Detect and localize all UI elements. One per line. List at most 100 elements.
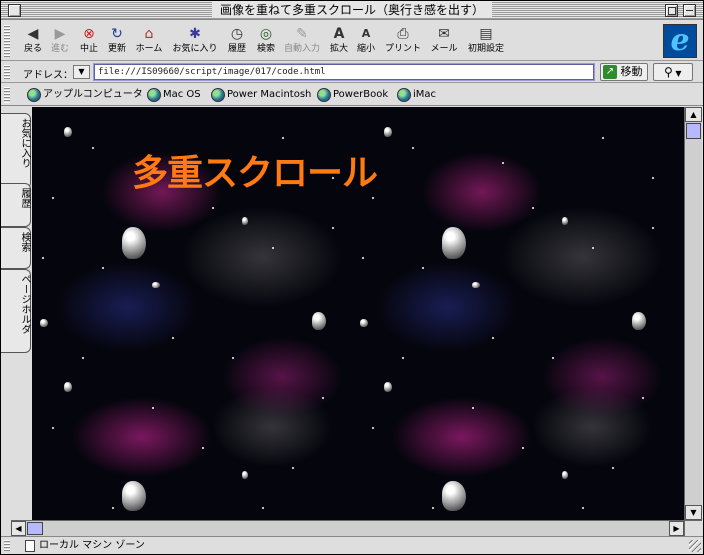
explorer-logo[interactable]: e <box>663 24 697 58</box>
star-dot <box>52 427 54 429</box>
tab-history[interactable]: 履歴 <box>1 183 31 227</box>
text-larger-icon: A <box>333 26 345 42</box>
search-engine-button[interactable]: ⚲ ▼ <box>653 63 693 81</box>
asteroid-image <box>562 471 568 479</box>
mail-button[interactable]: ✉ メール <box>429 25 459 57</box>
vertical-scroll-thumb[interactable] <box>686 123 701 139</box>
tab-page-holder[interactable]: ページホルダ <box>1 269 31 353</box>
address-history-dropdown[interactable]: ▼ <box>73 65 90 79</box>
star-dot <box>82 357 84 359</box>
globe-icon <box>147 88 161 102</box>
horizontal-scrollbar[interactable]: ◀ ▶ <box>11 520 684 536</box>
collapse-box[interactable] <box>683 4 696 17</box>
tab-search[interactable]: 検索 <box>1 227 31 269</box>
star-dot <box>612 467 614 469</box>
star-dot <box>402 357 404 359</box>
favorites-icon: ✱ <box>189 26 201 42</box>
favorite-macos[interactable]: Mac OS <box>147 87 201 103</box>
favorite-powerbook[interactable]: PowerBook <box>317 87 388 103</box>
asteroid-image <box>242 217 248 225</box>
globe-icon <box>317 88 331 102</box>
star-dot <box>582 507 584 509</box>
asteroid-image <box>562 217 568 225</box>
home-icon: ⌂ <box>144 26 154 42</box>
text-smaller-icon: A <box>361 27 371 40</box>
star-dot <box>472 407 474 409</box>
star-dot <box>412 147 414 149</box>
star-dot <box>432 507 434 509</box>
text-larger-button[interactable]: A 拡大 <box>327 25 351 57</box>
print-button[interactable]: ⎙ プリント <box>383 25 423 57</box>
star-dot <box>52 197 54 199</box>
star-dot <box>102 267 104 269</box>
star-dot <box>42 257 44 259</box>
search-icon: ◎ <box>259 26 273 42</box>
star-dot <box>422 267 424 269</box>
magnifier-icon: ⚲ <box>664 65 673 79</box>
title-bar[interactable]: 画像を重ねて多重スクロール（奥行き感を出す） <box>1 1 703 20</box>
security-zone: ローカル マシン ゾーン <box>39 540 145 551</box>
scroll-down-button[interactable]: ▼ <box>685 505 702 520</box>
vertical-scrollbar[interactable]: ▲ ▼ <box>684 107 702 520</box>
status-bar: ローカル マシン ゾーン <box>1 536 703 554</box>
stop-icon: ⊗ <box>83 26 95 42</box>
star-dot <box>592 247 594 249</box>
resize-grip[interactable] <box>689 540 701 552</box>
back-button[interactable]: ◀ 戻る <box>21 25 45 57</box>
chevron-down-icon: ▼ <box>78 67 85 76</box>
asteroid-image <box>360 319 368 327</box>
go-button[interactable]: ↗ 移動 <box>600 63 648 81</box>
asteroid-image <box>442 481 466 511</box>
tab-favorites[interactable]: お気に入り <box>1 113 31 189</box>
home-button[interactable]: ⌂ ホーム <box>133 25 165 57</box>
favorites-grip[interactable] <box>4 87 10 103</box>
forward-arrow-icon: ▶ <box>54 26 66 42</box>
star-dot <box>112 507 114 509</box>
zone-icon <box>25 540 35 552</box>
asteroid-image <box>312 312 326 330</box>
favorites-button[interactable]: ✱ お気に入り <box>170 25 220 57</box>
search-button[interactable]: ◎ 検索 <box>253 25 279 57</box>
star-dot <box>532 207 534 209</box>
button-toolbar: ◀ 戻る ▶ 進む ⊗ 中止 ↻ 更新 ⌂ ホーム ✱ お気に入り ◷ 履歴 ◎ <box>1 21 703 61</box>
star-dot <box>292 467 294 469</box>
mail-icon: ✉ <box>438 26 450 42</box>
globe-icon <box>27 88 41 102</box>
scrollbar-corner <box>684 520 702 536</box>
scroll-left-button[interactable]: ◀ <box>11 521 26 536</box>
address-bar: アドレス： ▼ file:///IS09660/script/image/017… <box>1 62 703 83</box>
page-content[interactable]: 多重スクロール <box>32 107 684 520</box>
scroll-up-button[interactable]: ▲ <box>685 107 702 122</box>
asteroid-image <box>384 382 392 392</box>
favorite-imac[interactable]: iMac <box>397 87 436 103</box>
zoom-box[interactable] <box>665 4 678 17</box>
autofill-button[interactable]: ✎ 自動入力 <box>282 25 322 57</box>
star-dot <box>282 137 284 139</box>
toolbar-grip[interactable] <box>4 25 10 57</box>
refresh-button[interactable]: ↻ 更新 <box>104 25 130 57</box>
horizontal-scroll-thumb[interactable] <box>27 522 43 535</box>
refresh-icon: ↻ <box>111 26 123 42</box>
forward-button[interactable]: ▶ 進む <box>48 25 72 57</box>
text-smaller-button[interactable]: A 縮小 <box>354 25 378 57</box>
window-title: 画像を重ねて多重スクロール（奥行き感を出す） <box>211 2 493 18</box>
star-dot <box>172 337 174 339</box>
preferences-button[interactable]: ▤ 初期設定 <box>466 25 506 57</box>
stop-button[interactable]: ⊗ 中止 <box>76 25 102 57</box>
favorite-power-macintosh[interactable]: Power Macintosh <box>211 87 311 103</box>
history-button[interactable]: ◷ 履歴 <box>224 25 250 57</box>
history-icon: ◷ <box>230 26 244 42</box>
asteroid-image <box>384 127 392 137</box>
star-dot <box>502 162 504 164</box>
scroll-right-button[interactable]: ▶ <box>669 521 684 536</box>
asteroid-image <box>632 312 646 330</box>
star-dot <box>332 227 334 229</box>
star-dot <box>212 207 214 209</box>
address-input[interactable]: file:///IS09660/script/image/017/code.ht… <box>93 63 595 81</box>
globe-icon <box>211 88 225 102</box>
close-box[interactable] <box>8 4 21 17</box>
favorite-apple[interactable]: アップルコンピュータ <box>27 87 143 103</box>
asteroid-image <box>242 471 248 479</box>
address-grip[interactable] <box>4 65 10 80</box>
asteroid-image <box>64 382 72 392</box>
